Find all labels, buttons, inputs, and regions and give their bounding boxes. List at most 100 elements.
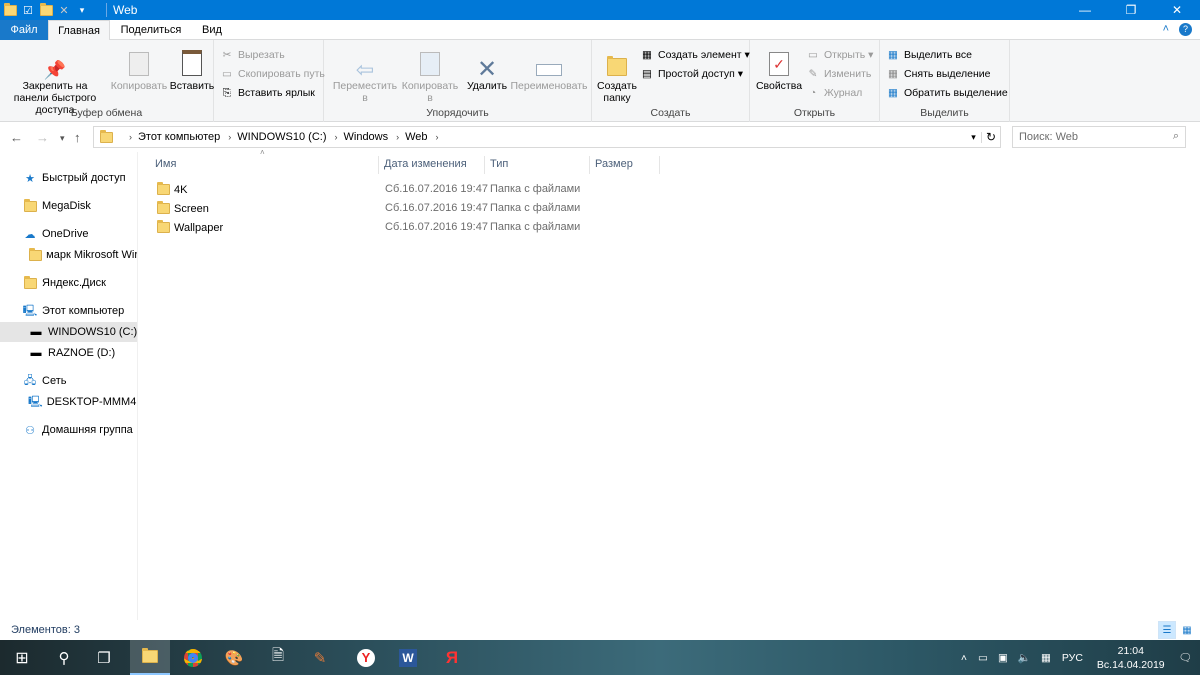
notifications-icon[interactable]: 🗨 (1179, 651, 1192, 664)
taskbar-app[interactable]: ✎ (300, 640, 340, 675)
nav-homegroup[interactable]: ⚇ Домашняя группа (0, 420, 137, 440)
taskbar-notepad[interactable]: 🗎 (258, 640, 298, 675)
nav-drive-c[interactable]: ▬ WINDOWS10 (C:) (0, 322, 137, 342)
new-item-button[interactable]: ▦ Создать элемент ▾ (640, 46, 750, 64)
properties-button[interactable]: ✓ Свойства (754, 46, 804, 92)
nav-drive-d[interactable]: ▬ RAZNOE (D:) (0, 343, 137, 363)
column-header-size[interactable]: Размер (590, 156, 660, 174)
back-button[interactable]: ← (10, 130, 23, 145)
select-none-button[interactable]: ▦ Снять выделение (886, 65, 990, 83)
column-header-date[interactable]: Дата изменения (379, 156, 485, 174)
chevron-right-icon: › (228, 132, 232, 142)
table-row[interactable]: 4K Сб.16.07.2016 19:47 Папка с файлами (157, 180, 597, 199)
column-header-type[interactable]: Тип (485, 156, 590, 174)
up-button[interactable]: ↑ (74, 130, 81, 145)
select-all-icon: ▦ (888, 49, 898, 61)
tab-share[interactable]: Поделиться (112, 20, 190, 40)
battery-icon[interactable]: ▭ (978, 652, 988, 664)
close-icon: ✕ (1171, 3, 1183, 17)
table-row[interactable]: Screen Сб.16.07.2016 19:47 Папка с файла… (157, 199, 597, 218)
organize-group-label: Упорядочить (426, 107, 489, 119)
chevron-up-icon[interactable]: ˄ (961, 652, 967, 664)
clock[interactable]: 21:04 Вс.14.04.2019 (1097, 644, 1165, 672)
collapse-ribbon-icon[interactable]: ˄ (1163, 23, 1169, 36)
copy-path-button[interactable]: ▭ Скопировать путь (220, 65, 325, 83)
copy-to-button[interactable]: Копировать в (398, 46, 462, 104)
edit-icon: ✎ (808, 68, 818, 80)
delete-button[interactable]: ✕ Удалить (464, 46, 510, 93)
tab-view[interactable]: Вид (192, 20, 232, 40)
details-view-icon[interactable]: ☰ (1158, 621, 1176, 639)
maximize-button[interactable]: ❐ (1108, 0, 1154, 20)
cut-button[interactable]: ✂ Вырезать (220, 46, 285, 64)
language-indicator[interactable]: РУС (1062, 652, 1083, 664)
new-folder-icon[interactable] (38, 0, 54, 20)
select-all-button[interactable]: ▦ Выделить все (886, 46, 972, 64)
breadcrumb-drive-c[interactable]: WINDOWS10 (C:) › (237, 131, 337, 143)
easy-access-icon: ▤ (642, 68, 652, 80)
minimize-icon: — (1079, 3, 1091, 17)
taskbar-paint[interactable]: 🎨 (214, 640, 254, 675)
taskbar-explorer[interactable] (130, 640, 170, 675)
paint-icon: 🎨 (224, 649, 244, 667)
search-taskbar-button[interactable]: ⚲ (44, 640, 84, 675)
customize-qat-icon[interactable]: ▾ (74, 0, 90, 20)
paste-icon (182, 50, 202, 76)
task-view-button[interactable]: ❐ (84, 640, 124, 675)
edit-button[interactable]: ✎ Изменить (806, 65, 872, 83)
nav-yandex-disk[interactable]: Яндекс.Диск (0, 273, 137, 293)
chevron-right-icon: › (334, 132, 338, 142)
paste-shortcut-button[interactable]: ⎘ Вставить ярлык (220, 84, 315, 102)
new-folder-button[interactable]: Создать папку (596, 46, 638, 104)
paste-button[interactable]: Вставить (169, 46, 215, 92)
tab-home[interactable]: Главная (48, 20, 110, 41)
help-icon[interactable]: ? (1179, 23, 1192, 36)
taskbar-chrome[interactable] (173, 640, 213, 675)
table-row[interactable]: Wallpaper Сб.16.07.2016 19:47 Папка с фа… (157, 218, 597, 237)
close-button[interactable]: ✕ (1154, 0, 1200, 20)
delete-x-icon: ✕ (476, 56, 498, 83)
breadcrumb-this-pc[interactable]: Этот компьютер › (138, 131, 231, 143)
folder-icon (22, 275, 38, 291)
column-header-name[interactable]: Имя (150, 156, 379, 174)
nav-desktop-pc[interactable]: 🖳DESKTOP-MMM418 (0, 392, 137, 412)
taskbar-word[interactable]: W (388, 640, 428, 675)
nav-this-pc[interactable]: 🖳 Этот компьютер (0, 301, 137, 321)
breadcrumb-windows[interactable]: Windows › (344, 131, 400, 143)
rename-button[interactable]: Переименовать (508, 46, 590, 92)
tab-file[interactable]: Файл (0, 20, 48, 40)
start-button[interactable]: ⊞ (0, 640, 44, 675)
refresh-icon[interactable]: ↻ (982, 130, 1000, 144)
copy-button[interactable]: Копировать (110, 46, 168, 92)
move-icon: ⇦ (355, 57, 375, 82)
tray-app-icon[interactable]: ▣ (998, 652, 1008, 664)
taskbar-yandex-browser[interactable]: Y (346, 640, 386, 675)
move-to-button[interactable]: ⇦ Переместить в (332, 46, 398, 105)
search-input[interactable]: Поиск: Web ⌕ (1012, 126, 1186, 148)
forward-button[interactable]: → (36, 130, 49, 145)
pin-button[interactable]: 📌 Закрепить на панели быстрого доступа (4, 46, 106, 116)
large-icons-view-icon[interactable]: ▦ (1178, 621, 1196, 639)
easy-access-button[interactable]: ▤ Простой доступ ▾ (640, 65, 743, 83)
recent-locations-button[interactable]: ▾ (60, 133, 65, 144)
open-button[interactable]: ▭ Открыть ▾ (806, 46, 873, 64)
nav-onedrive[interactable]: ☁ OneDrive (0, 224, 137, 244)
chevron-right-icon: › (129, 132, 132, 142)
taskbar-yandex[interactable]: Я (432, 640, 472, 675)
nav-megadisk[interactable]: MegaDisk (0, 196, 137, 216)
address-bar[interactable]: › Этот компьютер › WINDOWS10 (C:) › Window… (93, 126, 1001, 148)
select-none-icon: ▦ (888, 68, 898, 80)
address-dropdown-icon[interactable]: ▾ (966, 131, 982, 143)
back-arrow-icon: ← (10, 130, 23, 145)
properties-icon[interactable]: ☑ (20, 0, 36, 20)
history-button[interactable]: ◔ Журнал (806, 84, 863, 102)
delete-icon[interactable]: ✕ (56, 0, 72, 20)
nav-onedrive-folder[interactable]: марк Mikrosoft Wir (0, 245, 137, 265)
breadcrumb-web[interactable]: Web › (405, 131, 438, 143)
volume-icon[interactable]: 🔈 (1018, 651, 1031, 664)
network-tray-icon[interactable]: ▦ (1041, 652, 1051, 664)
nav-network[interactable]: 🖧 Сеть (0, 371, 137, 391)
invert-selection-button[interactable]: ▦ Обратить выделение (886, 84, 1008, 102)
nav-quick-access[interactable]: ★ Быстрый доступ (0, 168, 137, 188)
minimize-button[interactable]: — (1062, 0, 1108, 20)
